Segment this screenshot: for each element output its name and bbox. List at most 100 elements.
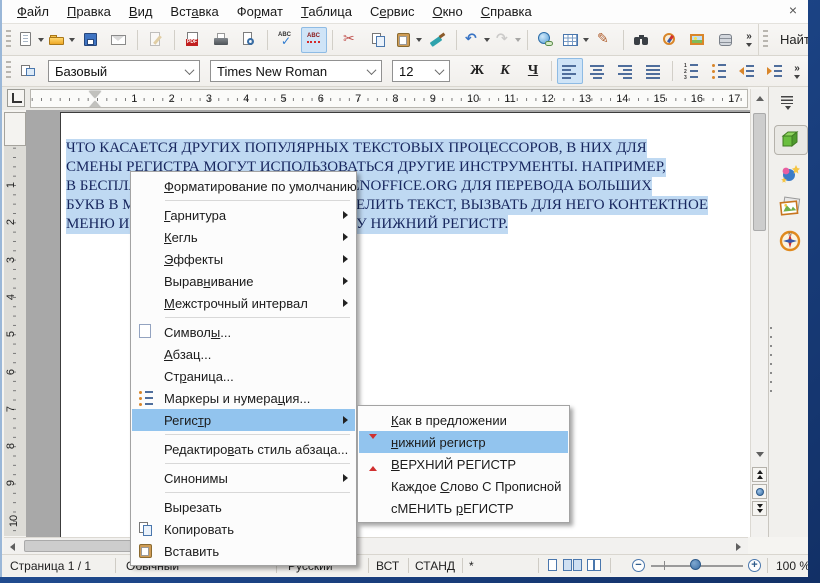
- open-button[interactable]: [47, 27, 76, 53]
- draw-functions-button[interactable]: [592, 27, 618, 53]
- align-right-button[interactable]: [613, 58, 639, 84]
- menubar-item-format[interactable]: Формат: [228, 1, 292, 22]
- vertical-ruler[interactable]: 12345678910: [4, 112, 26, 536]
- underline-button[interactable]: Ч: [520, 58, 546, 84]
- gallery-button[interactable]: [685, 27, 711, 53]
- menu-item-sentence-case[interactable]: Как в предложении: [359, 409, 568, 431]
- horizontal-ruler[interactable]: 1234567891011121314151617: [30, 89, 748, 108]
- font-size-select[interactable]: 12: [392, 60, 450, 82]
- menu-item-edit-paragraph-style[interactable]: Редактировать стиль абзаца...: [132, 438, 355, 460]
- scroll-right-icon[interactable]: [731, 539, 746, 554]
- menubar-item-edit[interactable]: Правка: [58, 1, 120, 22]
- paste-button[interactable]: [394, 27, 423, 53]
- paragraph-style-select[interactable]: Базовый: [48, 60, 200, 82]
- autospellcheck-button[interactable]: [301, 27, 327, 53]
- bold-button[interactable]: Ж: [464, 58, 490, 84]
- menu-item-cut[interactable]: Вырезать: [132, 496, 355, 518]
- data-sources-button[interactable]: [713, 27, 739, 53]
- styles-button[interactable]: [16, 58, 42, 84]
- sidebar-tab-navigator[interactable]: N: [774, 227, 806, 255]
- horizontal-scrollbar[interactable]: [4, 537, 748, 554]
- menubar-item-view[interactable]: Вид: [120, 1, 162, 22]
- toolbar-grip[interactable]: [6, 30, 11, 50]
- vertical-scroll-thumb[interactable]: [753, 113, 766, 231]
- menu-item-font-name[interactable]: Гарнитура: [132, 204, 355, 226]
- menu-item-paste[interactable]: Вставить: [132, 540, 355, 562]
- scroll-left-icon[interactable]: [5, 539, 20, 554]
- dropdown-arrow-icon[interactable]: [583, 38, 589, 42]
- save-button[interactable]: [78, 27, 104, 53]
- menu-item-page[interactable]: Страница...: [132, 365, 355, 387]
- menubar-item-file[interactable]: Файл: [8, 1, 58, 22]
- dropdown-arrow-icon[interactable]: [38, 38, 44, 42]
- menu-item-font-size[interactable]: Кегль: [132, 226, 355, 248]
- menu-item-copy[interactable]: Копировать: [132, 518, 355, 540]
- indent-marker[interactable]: [89, 91, 101, 108]
- toolbar-overflow-icon[interactable]: »: [742, 32, 756, 47]
- menu-item-effects[interactable]: Эффекты: [132, 248, 355, 270]
- zoom-slider-thumb[interactable]: [690, 559, 701, 570]
- copy-button[interactable]: [366, 27, 392, 53]
- selection-mode[interactable]: СТАНД: [415, 559, 455, 573]
- multi-page-view-icon[interactable]: [563, 559, 582, 574]
- menubar-item-tools[interactable]: Сервис: [361, 1, 424, 22]
- dropdown-arrow-icon[interactable]: [515, 38, 521, 42]
- menu-item-bullets-numbering[interactable]: Маркеры и нумерация...: [132, 387, 355, 409]
- hyperlink-button[interactable]: [533, 27, 559, 53]
- export-pdf-button[interactable]: [180, 27, 206, 53]
- menu-item-paragraph[interactable]: Абзац...: [132, 343, 355, 365]
- numbered-list-button[interactable]: [678, 58, 704, 84]
- scroll-down-icon[interactable]: [752, 447, 767, 462]
- sidebar-tab-properties[interactable]: [774, 125, 808, 155]
- insert-table-button[interactable]: [561, 27, 590, 53]
- single-page-view-icon[interactable]: [548, 559, 557, 574]
- navigation-dot-button[interactable]: [752, 484, 767, 499]
- new-document-button[interactable]: [16, 27, 45, 53]
- cut-button[interactable]: [338, 27, 364, 53]
- zoom-in-icon[interactable]: +: [748, 559, 761, 572]
- previous-page-button[interactable]: [752, 467, 767, 482]
- format-paintbrush-button[interactable]: [425, 27, 451, 53]
- undo-button[interactable]: [462, 27, 491, 53]
- menubar-item-table[interactable]: Таблица: [292, 1, 361, 22]
- toolbar-grip[interactable]: [6, 61, 11, 81]
- close-icon[interactable]: ×: [784, 2, 802, 20]
- next-page-button[interactable]: [752, 501, 767, 516]
- sidebar-tab-styles[interactable]: [774, 159, 806, 187]
- menu-item-alignment[interactable]: Выравнивание: [132, 270, 355, 292]
- page-preview-button[interactable]: [236, 27, 262, 53]
- email-document-button[interactable]: [106, 27, 132, 53]
- dropdown-arrow-icon[interactable]: [484, 38, 490, 42]
- menubar-item-window[interactable]: Окно: [423, 1, 471, 22]
- navigator-button[interactable]: [657, 27, 683, 53]
- dropdown-arrow-icon[interactable]: [69, 38, 75, 42]
- book-view-icon[interactable]: [587, 559, 601, 574]
- chevron-down-icon[interactable]: [361, 61, 381, 81]
- italic-button[interactable]: К: [492, 58, 518, 84]
- font-name-select[interactable]: Times New Roman: [210, 60, 382, 82]
- increase-indent-button[interactable]: [762, 58, 788, 84]
- chevron-down-icon[interactable]: [179, 61, 199, 81]
- menu-item-case[interactable]: Регистр: [132, 409, 355, 431]
- document-line[interactable]: ЧТО КАСАЕТСЯ ДРУГИХ ПОПУЛЯРНЫХ ТЕКСТОВЫХ…: [66, 139, 647, 158]
- vertical-scrollbar[interactable]: [750, 89, 768, 537]
- toolbar-grip[interactable]: [763, 30, 768, 50]
- chevron-down-icon[interactable]: [429, 61, 449, 81]
- menu-item-uppercase[interactable]: ВЕРХНИЙ РЕГИСТР: [359, 453, 568, 475]
- dropdown-arrow-icon[interactable]: [416, 38, 422, 42]
- decrease-indent-button[interactable]: [734, 58, 760, 84]
- menu-item-character[interactable]: Символы...: [132, 321, 355, 343]
- menu-item-capitalize-every-word[interactable]: Каждое Слово С Прописной: [359, 475, 568, 497]
- page-indicator[interactable]: Страница 1 / 1: [10, 559, 91, 573]
- menu-item-toggle-case[interactable]: сМЕНИТЬ рЕГИСТР: [359, 497, 568, 519]
- bullet-list-button[interactable]: [706, 58, 732, 84]
- align-left-button[interactable]: [557, 58, 583, 84]
- menu-item-line-spacing[interactable]: Межстрочный интервал: [132, 292, 355, 314]
- print-button[interactable]: [208, 27, 234, 53]
- zoom-level[interactable]: 100 %: [776, 559, 808, 573]
- align-center-button[interactable]: [585, 58, 611, 84]
- menubar-item-help[interactable]: Справка: [472, 1, 541, 22]
- find-replace-button[interactable]: [629, 27, 655, 53]
- sidebar-menu-icon[interactable]: [779, 95, 801, 111]
- scroll-up-icon[interactable]: [752, 91, 767, 106]
